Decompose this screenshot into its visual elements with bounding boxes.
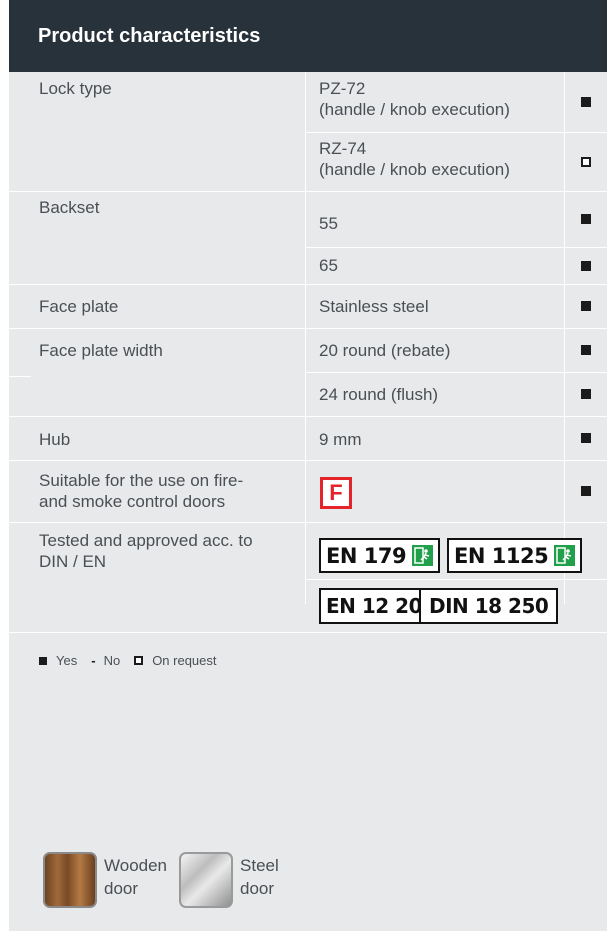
legend-yes: Yes — [56, 653, 78, 668]
row-divider — [9, 522, 607, 523]
en1125-badge-text: EN 1125 — [454, 543, 549, 568]
legend-no: No — [103, 653, 121, 668]
backset-55: 55 — [319, 214, 338, 233]
face-plate-width-20: 20 round (rebate) — [319, 341, 451, 360]
wooden-door-label-line1: Wooden — [104, 856, 168, 875]
on-request-square-icon — [580, 156, 591, 167]
table-header: Product characteristics — [9, 0, 607, 72]
lock-type-pz72: PZ-72 (handle / knob execution) — [319, 78, 564, 120]
door-types: Wooden door Steel door — [43, 852, 279, 908]
row-divider — [306, 132, 607, 133]
row-divider — [9, 460, 607, 461]
mark-yes — [564, 247, 607, 284]
face-plate-width-24: 24 round (flush) — [319, 385, 439, 404]
yes-square-icon — [580, 301, 591, 311]
din18250-badge-text: DIN 18 250 — [429, 594, 549, 618]
tested-label: Tested and approved acc. to DIN / EN — [39, 530, 304, 572]
row-divider-stub — [9, 376, 31, 377]
lock-type-pz72-name: PZ-72 — [319, 79, 366, 98]
yes-square-icon — [580, 486, 591, 496]
row-divider — [9, 191, 607, 192]
mark-yes — [564, 72, 607, 132]
face-plate-stainless: Stainless steel — [319, 297, 429, 316]
face-plate-width-label: Face plate width — [39, 341, 163, 360]
backset-label: Backset — [39, 198, 100, 217]
yes-square-icon — [580, 214, 591, 224]
yes-square-icon — [580, 97, 591, 107]
tested-label-line2: DIN / EN — [39, 552, 107, 571]
row-divider — [9, 328, 607, 329]
mark-yes — [564, 328, 607, 372]
mark-yes — [564, 191, 607, 247]
steel-door-label: Steel door — [240, 854, 279, 908]
face-plate-label: Face plate — [39, 297, 119, 316]
page-title: Product characteristics — [38, 24, 261, 47]
lock-type-rz74: RZ-74 (handle / knob execution) — [319, 138, 564, 180]
row-divider — [306, 372, 607, 373]
yes-square-icon — [580, 260, 591, 271]
mark-on-request — [564, 132, 607, 191]
mark-yes — [564, 416, 607, 460]
lock-type-rz74-note: (handle / knob execution) — [319, 160, 510, 179]
row-divider — [9, 416, 607, 417]
product-sheet: Product characteristics Lock type PZ-72 … — [9, 0, 607, 931]
legend-on-request: On request — [152, 653, 217, 668]
fire-label-line1: Suitable for the use on fire- — [39, 471, 244, 490]
fire-suitability-label: Suitable for the use on fire- and smoke … — [39, 470, 304, 512]
lock-type-rz74-name: RZ-74 — [319, 139, 367, 158]
yes-square-icon — [580, 345, 591, 355]
row-divider — [9, 632, 607, 633]
row-divider — [9, 284, 607, 285]
lock-type-label: Lock type — [39, 79, 112, 98]
fire-door-icon: F — [320, 477, 352, 509]
en179-badge-text: EN 179 — [326, 543, 407, 568]
steel-door-icon — [179, 852, 234, 908]
backset-65: 65 — [319, 256, 338, 275]
wooden-door-icon — [43, 852, 97, 908]
emergency-exit-icon — [554, 545, 576, 566]
wooden-door-label-line2: door — [104, 879, 139, 898]
running-man-icon — [414, 547, 430, 564]
mark-yes — [564, 284, 607, 328]
running-man-icon — [556, 547, 572, 564]
fire-label-line2: and smoke control doors — [39, 492, 226, 511]
mark-yes — [564, 460, 607, 522]
lock-type-pz72-note: (handle / knob execution) — [319, 100, 510, 119]
legend-no-symbol: - — [91, 653, 96, 668]
yes-square-icon — [580, 389, 591, 399]
on-request-square-icon — [134, 656, 144, 665]
steel-door-label-line2: door — [240, 879, 275, 898]
row-divider — [306, 579, 607, 580]
legend: Yes - No On request — [39, 653, 217, 668]
en179-badge: EN 179 — [319, 538, 441, 573]
yes-square-icon — [580, 433, 591, 443]
column-divider — [305, 72, 306, 604]
wooden-door-label: Wooden door — [104, 854, 167, 908]
row-divider — [306, 247, 607, 248]
yes-square-icon — [39, 656, 47, 665]
steel-door-label-line1: Steel — [240, 856, 279, 875]
mark-yes — [564, 372, 607, 416]
hub-9mm: 9 mm — [319, 430, 362, 449]
en1125-badge: EN 1125 — [447, 538, 583, 573]
hub-label: Hub — [39, 430, 71, 449]
din18250-badge: DIN 18 250 — [419, 588, 559, 624]
tested-label-line1: Tested and approved acc. to — [39, 531, 253, 550]
emergency-exit-icon — [412, 545, 434, 566]
